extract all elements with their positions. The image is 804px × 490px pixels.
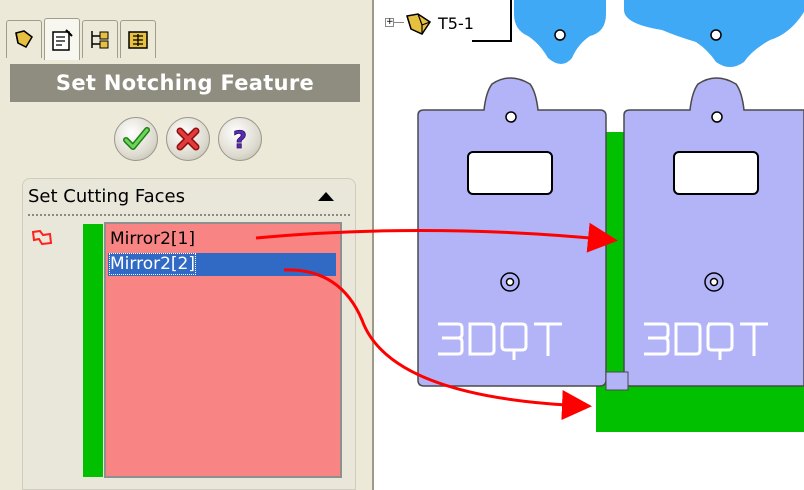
tree-node-border xyxy=(510,0,512,42)
tree-connector-line xyxy=(394,22,404,23)
arrow-to-horizontal-face xyxy=(283,268,592,421)
expand-node-button[interactable]: + xyxy=(385,18,394,27)
tree-node-border xyxy=(472,40,512,42)
callout-arrows xyxy=(255,222,618,421)
arrow-to-vertical-face xyxy=(255,222,618,253)
part-icon xyxy=(406,13,432,35)
tree-node-label: T5-1 xyxy=(438,14,474,33)
